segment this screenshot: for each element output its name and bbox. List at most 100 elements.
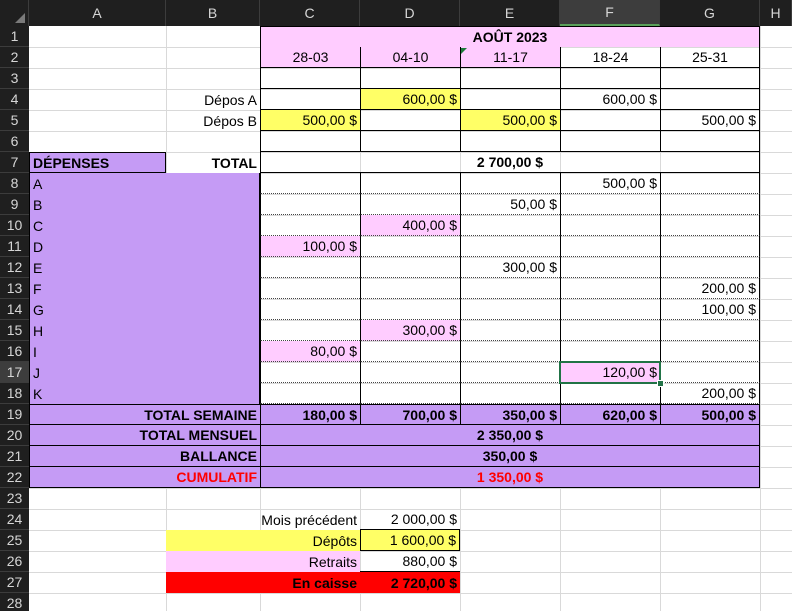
monthly-total-label[interactable]: TOTAL MENSUEL — [29, 425, 260, 446]
row-header-19[interactable]: 19 — [0, 404, 29, 425]
expense-cell[interactable] — [660, 236, 760, 257]
row-header-24[interactable]: 24 — [0, 509, 29, 530]
deposit-b-cell[interactable] — [360, 110, 460, 131]
expense-cell[interactable] — [360, 278, 460, 299]
expense-cell[interactable] — [260, 257, 360, 278]
balance-value[interactable]: 350,00 $ — [260, 446, 760, 467]
column-header-e[interactable]: E — [460, 0, 560, 26]
expense-cell[interactable] — [460, 215, 560, 236]
expense-name[interactable]: G — [29, 299, 260, 320]
expense-name[interactable]: B — [29, 194, 260, 215]
expense-cell[interactable] — [560, 341, 660, 362]
week-total-cell[interactable]: 350,00 $ — [460, 404, 560, 425]
expense-cell[interactable] — [260, 320, 360, 341]
week-total-cell[interactable]: 500,00 $ — [660, 404, 760, 425]
expense-cell[interactable] — [660, 257, 760, 278]
row-header-8[interactable]: 8 — [0, 173, 29, 194]
expense-cell[interactable]: 50,00 $ — [460, 194, 560, 215]
expense-cell[interactable] — [460, 236, 560, 257]
cash-value[interactable]: 2 720,00 $ — [360, 572, 460, 593]
expense-name[interactable]: F — [29, 278, 260, 299]
expense-cell[interactable]: 400,00 $ — [360, 215, 460, 236]
week-header[interactable]: 28-03 — [260, 47, 360, 68]
expense-cell[interactable] — [660, 341, 760, 362]
row-header-23[interactable]: 23 — [0, 488, 29, 509]
expense-cell[interactable] — [560, 236, 660, 257]
empty-cell[interactable] — [460, 131, 560, 152]
expense-cell[interactable] — [360, 299, 460, 320]
fill-handle[interactable] — [657, 380, 664, 387]
row-header-18[interactable]: 18 — [0, 383, 29, 404]
deposit-b-cell[interactable] — [560, 110, 660, 131]
expense-cell[interactable] — [360, 236, 460, 257]
deposit-b-cell[interactable]: 500,00 $ — [460, 110, 560, 131]
column-header-d[interactable]: D — [360, 0, 460, 26]
expense-name[interactable]: K — [29, 383, 260, 404]
expenses-total[interactable]: 2 700,00 $ — [260, 152, 760, 173]
month-title[interactable]: AOÛT 2023 — [260, 26, 760, 47]
empty-cell[interactable] — [660, 68, 760, 89]
empty-cell[interactable] — [560, 68, 660, 89]
deposit-b-label[interactable]: Dépos B — [29, 110, 260, 131]
row-header-15[interactable]: 15 — [0, 320, 29, 341]
deposits-total-value[interactable]: 1 600,00 $ — [360, 530, 460, 551]
expense-cell[interactable]: 100,00 $ — [660, 299, 760, 320]
expense-cell[interactable] — [660, 215, 760, 236]
previous-month-label[interactable]: Mois précédent — [166, 509, 360, 530]
row-header-14[interactable]: 14 — [0, 299, 29, 320]
expense-name[interactable]: A — [29, 173, 260, 194]
cumulative-value[interactable]: 1 350,00 $ — [260, 467, 760, 488]
expense-cell[interactable] — [260, 278, 360, 299]
row-header-11[interactable]: 11 — [0, 236, 29, 257]
expense-cell[interactable] — [360, 194, 460, 215]
row-header-2[interactable]: 2 — [0, 47, 29, 68]
expense-cell[interactable] — [460, 320, 560, 341]
expense-cell[interactable]: 200,00 $ — [660, 383, 760, 404]
row-header-21[interactable]: 21 — [0, 446, 29, 467]
expense-cell[interactable] — [460, 383, 560, 404]
expense-cell[interactable] — [560, 194, 660, 215]
empty-cell[interactable] — [660, 131, 760, 152]
empty-cell[interactable] — [260, 68, 360, 89]
cash-label[interactable]: En caisse — [166, 572, 360, 593]
select-all-corner[interactable] — [0, 0, 29, 26]
expense-cell[interactable] — [460, 341, 560, 362]
expense-cell[interactable] — [360, 173, 460, 194]
column-header-a[interactable]: A — [29, 0, 166, 26]
week-header[interactable]: 18-24 — [560, 47, 660, 68]
empty-cell[interactable] — [260, 131, 360, 152]
expense-cell[interactable] — [560, 278, 660, 299]
expense-cell[interactable] — [260, 362, 360, 383]
deposit-a-cell[interactable] — [660, 89, 760, 110]
column-header-c[interactable]: C — [260, 0, 360, 26]
deposit-a-label[interactable]: Dépos A — [29, 89, 260, 110]
expense-cell[interactable] — [560, 299, 660, 320]
total-label[interactable]: TOTAL — [166, 152, 260, 173]
row-header-12[interactable]: 12 — [0, 257, 29, 278]
expense-cell[interactable] — [260, 173, 360, 194]
expense-cell[interactable] — [260, 299, 360, 320]
deposit-b-cell[interactable]: 500,00 $ — [260, 110, 360, 131]
spreadsheet-grid[interactable]: ABCDEFGH 1 2 3 4 5 6 7 8 9 10 11 12 13 14 15 16 17 18 19 20… — [0, 0, 792, 611]
week-total-label[interactable]: TOTAL SEMAINE — [29, 404, 260, 425]
deposit-a-cell[interactable] — [260, 89, 360, 110]
row-header-22[interactable]: 22 — [0, 467, 29, 488]
expense-cell[interactable] — [560, 257, 660, 278]
expense-cell[interactable] — [260, 194, 360, 215]
row-header-25[interactable]: 25 — [0, 530, 29, 551]
expense-cell[interactable]: 500,00 $ — [560, 173, 660, 194]
expense-cell[interactable]: 200,00 $ — [660, 278, 760, 299]
week-header[interactable]: 25-31 — [660, 47, 760, 68]
week-header[interactable]: 04-10 — [360, 47, 460, 68]
cumulative-label[interactable]: CUMULATIF — [29, 467, 260, 488]
expense-cell[interactable] — [260, 215, 360, 236]
column-header-f[interactable]: F — [560, 0, 660, 26]
withdrawals-label[interactable]: Retraits — [166, 551, 360, 572]
row-header-4[interactable]: 4 — [0, 89, 29, 110]
expense-name[interactable]: C — [29, 215, 260, 236]
empty-cell[interactable] — [360, 131, 460, 152]
monthly-total-value[interactable]: 2 350,00 $ — [260, 425, 760, 446]
row-header-10[interactable]: 10 — [0, 215, 29, 236]
row-header-13[interactable]: 13 — [0, 278, 29, 299]
week-total-cell[interactable]: 620,00 $ — [560, 404, 660, 425]
